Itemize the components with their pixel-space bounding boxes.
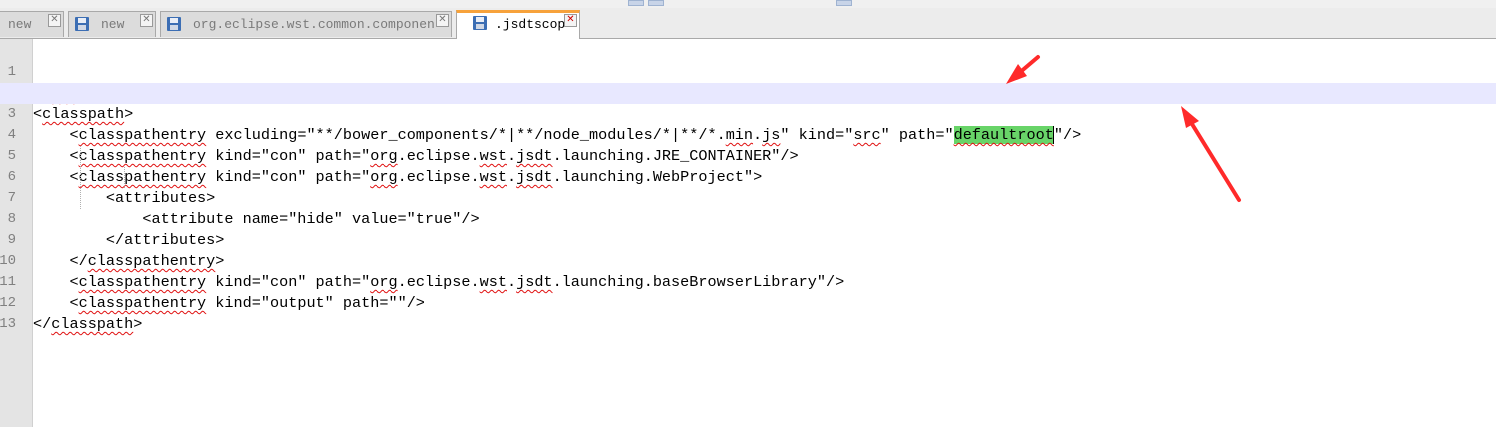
close-icon[interactable]: ✕ bbox=[140, 14, 153, 27]
tab-label: new bbox=[101, 17, 125, 32]
code-line[interactable]: 5 <classpathentry kind="con" path="org.e… bbox=[0, 125, 1496, 186]
tab-bar: new ✕ new ✕ org.eclipse.wst.common.compo… bbox=[0, 8, 1496, 39]
code-line[interactable]: 9 </classpathentry> bbox=[0, 209, 1496, 270]
line-number: 13 bbox=[0, 316, 16, 332]
tab-new-1[interactable]: new ✕ bbox=[0, 11, 64, 37]
tab-label: new bbox=[8, 17, 32, 32]
indent-guide bbox=[124, 167, 125, 188]
code-line[interactable]: 4 <classpathentry kind="con" path="org.e… bbox=[0, 104, 1496, 165]
code-line[interactable]: 1 <?xml version="1.0" encoding="UTF-8"?> bbox=[0, 41, 1496, 102]
tab-new-2[interactable]: new ✕ bbox=[68, 11, 156, 37]
code-line[interactable]: 10 <classpathentry kind="con" path="org.… bbox=[0, 230, 1496, 291]
toolbar-icon[interactable] bbox=[836, 0, 852, 6]
code-line[interactable]: 13 bbox=[0, 293, 1496, 332]
toolbar-icon[interactable] bbox=[628, 0, 644, 6]
close-icon[interactable]: ✕ bbox=[48, 14, 61, 27]
code-line-current[interactable]: 3 <classpathentry excluding="**/bower_co… bbox=[0, 83, 1496, 144]
indent-guide bbox=[80, 146, 81, 209]
close-icon[interactable]: ✕ bbox=[564, 14, 577, 27]
code-line[interactable]: 8 </attributes> bbox=[0, 188, 1496, 249]
close-icon[interactable]: ✕ bbox=[436, 14, 449, 27]
tab-label: org.eclipse.wst.common.componen bbox=[193, 17, 435, 32]
tab-label: .jsdtscop bbox=[495, 17, 566, 32]
code-token: classpath bbox=[51, 315, 134, 333]
code-line[interactable]: 6 <attributes> bbox=[0, 146, 1496, 207]
tab-jsdtscope[interactable]: .jsdtscop ✕ bbox=[456, 10, 580, 39]
save-disk-icon bbox=[167, 17, 181, 31]
code-editor[interactable]: 1 <?xml version="1.0" encoding="UTF-8"?>… bbox=[0, 39, 1496, 427]
code-line[interactable]: 7 <attribute name="hide" value="true"/> bbox=[0, 167, 1496, 228]
save-disk-icon bbox=[473, 16, 487, 30]
tab-org-eclipse-wst-common-componen[interactable]: org.eclipse.wst.common.componen ✕ bbox=[160, 11, 452, 37]
code-line[interactable]: 2 <classpath> bbox=[0, 62, 1496, 123]
save-disk-icon bbox=[75, 17, 89, 31]
toolbar-icon[interactable] bbox=[648, 0, 664, 6]
code-line[interactable]: 12 </classpath> bbox=[0, 272, 1496, 333]
code-line[interactable]: 11 <classpathentry kind="output" path=""… bbox=[0, 251, 1496, 312]
code-text: </classpath> bbox=[33, 315, 143, 333]
toolbar-strip bbox=[0, 0, 1496, 8]
